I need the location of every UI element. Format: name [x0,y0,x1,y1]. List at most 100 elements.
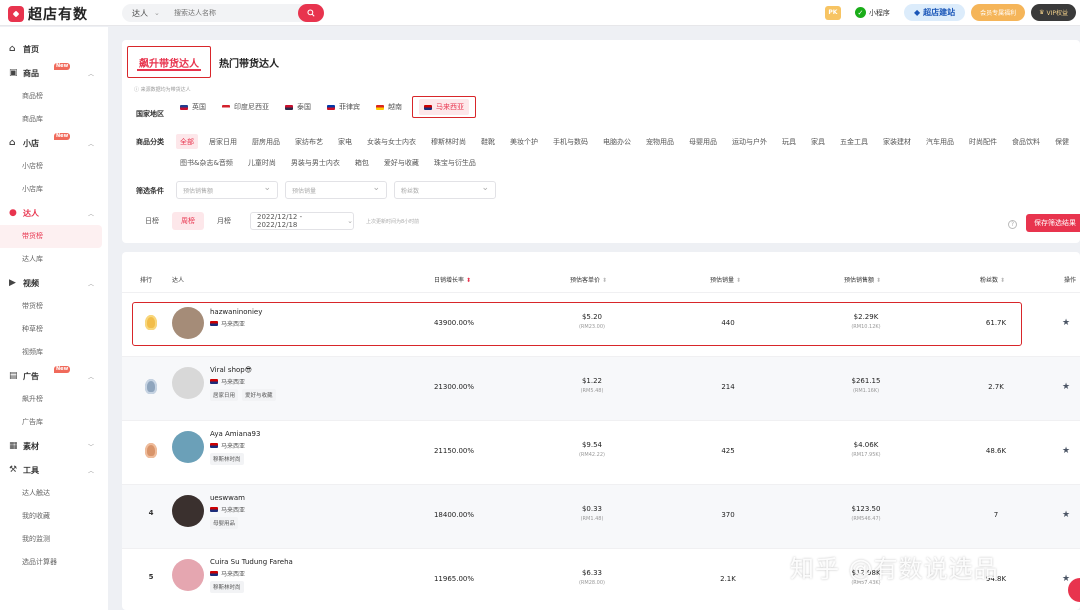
sidebar-item[interactable]: 我的收藏 [0,505,102,528]
member-benefits-button[interactable]: 会员专属福利 [971,4,1026,21]
save-filter-button[interactable]: 保存筛选结果 [1026,214,1080,232]
filter-volume-select[interactable]: 预估销量 [285,181,387,199]
category-option[interactable]: 爱好与收藏 [380,155,423,170]
sidebar-item[interactable]: 带货榜 [0,225,102,248]
category-option[interactable]: 家具 [807,134,829,149]
creator-name[interactable]: hazwaninoniey [210,308,262,316]
star-icon[interactable]: ★ [1062,318,1070,328]
creator-name[interactable]: Cuira Su Tudung Fareha [210,558,293,566]
category-option[interactable]: 儿童时尚 [244,155,280,170]
filter-fans-select[interactable]: 粉丝数 [394,181,496,199]
category-option[interactable]: 手机与数码 [549,134,592,149]
category-option[interactable]: 时尚配件 [965,134,1001,149]
sidebar-group-7[interactable]: ⚒ 工具 ︿ [0,458,108,482]
table-row[interactable]: 4 ueswwam 马来西亚 母婴用品 18400.00% $0.33 (RM1.48) 37… [122,484,1080,548]
category-option[interactable]: 汽车用品 [922,134,958,149]
pk-button[interactable]: PK [824,5,841,20]
header-price[interactable]: 预估客单价 ⬍ [570,275,607,284]
search-type-select[interactable]: 达人 ⌄ [122,8,174,19]
header-revenue[interactable]: 预估销售额 ⬍ [844,275,881,284]
category-option[interactable]: 厨房用品 [248,134,284,149]
sidebar-item[interactable]: 视频库 [0,341,102,364]
sidebar-item[interactable]: 飙升榜 [0,388,102,411]
category-option[interactable]: 箱包 [351,155,373,170]
avatar[interactable] [172,559,204,591]
header-fans[interactable]: 粉丝数 ⬍ [980,275,1005,284]
country-option[interactable]: 英国 [174,96,212,118]
sidebar-item[interactable]: 小店榜 [0,155,102,178]
tab-hot-creators[interactable]: 热门带货达人 [211,46,287,78]
category-option[interactable]: 女装与女士内衣 [363,134,420,149]
avatar[interactable] [172,495,204,527]
sidebar-group-6[interactable]: ▦ 素材 ﹀ [0,434,108,458]
category-option[interactable]: 图书&杂志&音频 [176,155,237,170]
star-icon[interactable]: ★ [1062,446,1070,456]
category-option[interactable]: 居家日用 [205,134,241,149]
avatar[interactable] [172,307,204,339]
category-option[interactable]: 家纺布艺 [291,134,327,149]
category-option[interactable]: 家装建材 [879,134,915,149]
category-option[interactable]: 保健 [1051,134,1073,149]
category-option[interactable]: 五金工具 [836,134,872,149]
star-icon[interactable]: ★ [1062,574,1070,584]
search-button[interactable] [298,4,324,22]
category-option[interactable]: 全部 [176,134,198,149]
help-icon[interactable]: ? [1008,220,1017,229]
category-option[interactable]: 珠宝与衍生品 [430,155,480,170]
sidebar-item[interactable]: 达人库 [0,248,102,271]
sidebar-item[interactable]: 达人触达 [0,482,102,505]
table-row[interactable]: Aya Amiana93 马来西亚 穆斯林时尚 21150.00% $9.54 (RM42… [122,420,1080,484]
table-row[interactable]: 5 Cuira Su Tudung Fareha 马来西亚 穆斯林时尚 11965.00… [122,548,1080,610]
period-daily[interactable]: 日榜 [136,212,168,230]
creator-name[interactable]: Viral shop😎 [210,366,276,374]
filter-sales-select[interactable]: 预估销售额 [176,181,278,199]
country-option[interactable]: 越南 [370,96,408,118]
avatar[interactable] [172,367,204,399]
tab-rising-creators[interactable]: 飙升带货达人 [127,46,211,78]
sidebar-item[interactable]: 我的监测 [0,528,102,551]
table-row[interactable]: Viral shop😎 马来西亚 居家日用 爱好与收藏 21300.00% $1.22 (R… [122,356,1080,420]
sidebar-group-0[interactable]: ⌂ 首页 [0,37,108,61]
sidebar-group-5[interactable]: ▤ 广告 New ︿ [0,364,108,388]
sidebar-group-4[interactable]: ▶ 视频 ︿ [0,271,108,295]
category-option[interactable]: 电脑办公 [599,134,635,149]
vip-button[interactable]: ♛ VIP权益 [1031,4,1076,21]
logo[interactable]: 超店有数 [8,4,88,24]
sidebar-group-2[interactable]: ⌂ 小店 New ︿ [0,131,108,155]
sidebar-group-3[interactable]: ● 达人 ︿ [0,201,108,225]
country-option[interactable]: 印度尼西亚 [216,96,275,118]
category-option[interactable]: 男装与男士内衣 [287,155,344,170]
country-option[interactable]: 马来西亚 [412,96,476,118]
country-option[interactable]: 泰国 [279,96,317,118]
sidebar-group-1[interactable]: ▣ 商品 New ︿ [0,61,108,85]
sidebar-item[interactable]: 带货榜 [0,295,102,318]
period-monthly[interactable]: 月榜 [208,212,240,230]
mini-program-button[interactable]: ✓ 小程序 [854,7,890,18]
date-range-picker[interactable]: 2022/12/12 - 2022/12/18 ⌄ [250,212,354,230]
sidebar-item[interactable]: 选品计算器 [0,551,102,574]
sidebar-item[interactable]: 广告库 [0,411,102,434]
category-option[interactable]: 穆斯林时尚 [427,134,470,149]
category-option[interactable]: 鞋靴 [477,134,499,149]
category-option[interactable]: 玩具 [778,134,800,149]
creator-name[interactable]: Aya Amiana93 [210,430,260,438]
country-option[interactable]: 菲律宾 [321,96,366,118]
sidebar-item[interactable]: 小店库 [0,178,102,201]
category-option[interactable]: 美妆个护 [506,134,542,149]
site-builder-button[interactable]: ◆ 超店建站 [903,4,966,21]
category-option[interactable]: 食品饮料 [1008,134,1044,149]
sidebar-item[interactable]: 种草榜 [0,318,102,341]
table-row[interactable]: hazwaninoniey 马来西亚 43900.00% $5.20 (RM23.00)… [122,292,1080,356]
creator-name[interactable]: ueswwam [210,494,245,502]
category-option[interactable]: 运动与户外 [728,134,771,149]
header-sales[interactable]: 预估销量 ⬍ [710,275,741,284]
category-option[interactable]: 宠物用品 [642,134,678,149]
header-growth[interactable]: 日销增长率 ⬍ [434,275,471,284]
avatar[interactable] [172,431,204,463]
sidebar-item[interactable]: 商品库 [0,108,102,131]
period-weekly[interactable]: 周榜 [172,212,204,230]
category-option[interactable]: 母婴用品 [685,134,721,149]
category-option[interactable]: 家电 [334,134,356,149]
star-icon[interactable]: ★ [1062,510,1070,520]
search-input[interactable] [174,9,284,17]
